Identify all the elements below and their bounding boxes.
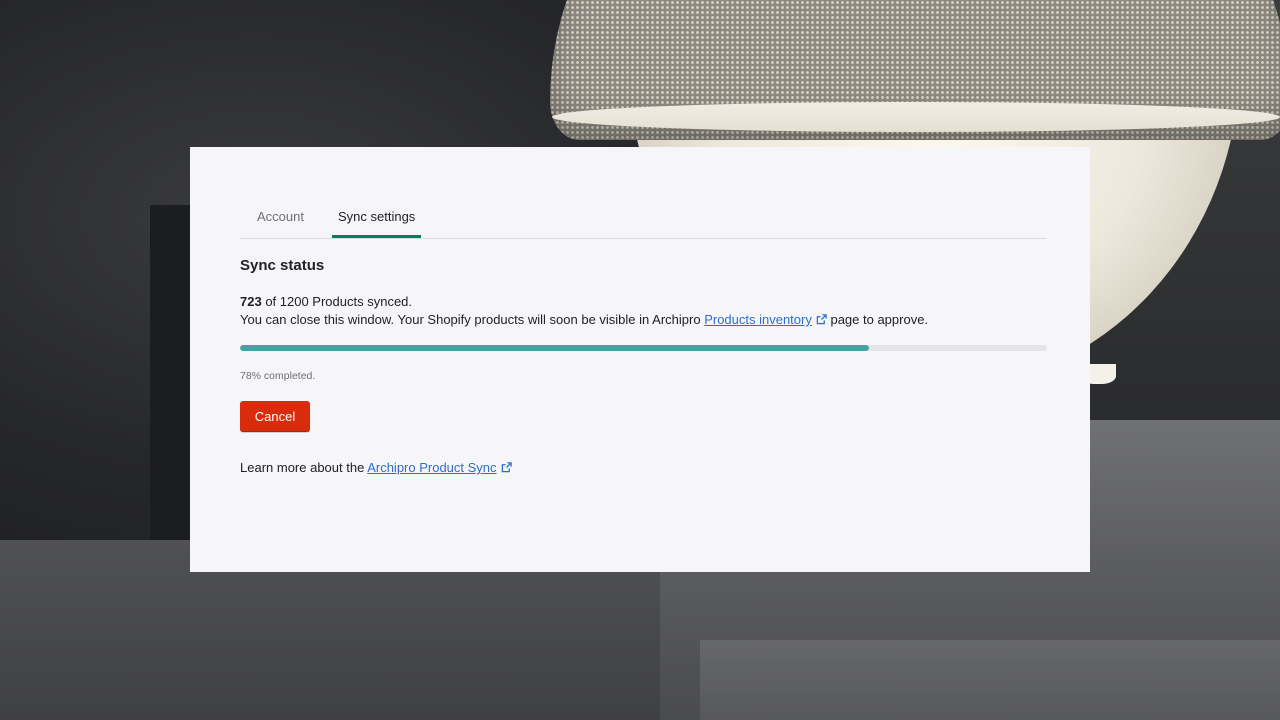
products-inventory-link[interactable]: Products inventory bbox=[704, 312, 812, 327]
sync-status-title: Sync status bbox=[240, 257, 325, 274]
progress-caption: 78% completed. bbox=[240, 370, 316, 382]
sync-count-text: 723 of 1200 Products synced. bbox=[240, 294, 412, 309]
sync-settings-panel: Account Sync settings Sync status 723 of… bbox=[190, 147, 1090, 572]
synced-count-suffix: of 1200 Products synced. bbox=[261, 294, 413, 309]
sync-message: You can close this window. Your Shopify … bbox=[240, 312, 928, 327]
learn-more-prefix: Learn more about the bbox=[240, 460, 368, 475]
sync-progress-fill bbox=[240, 345, 870, 351]
learn-more-text: Learn more about the Archipro Product Sy… bbox=[240, 460, 512, 475]
external-link-icon[interactable] bbox=[501, 462, 512, 473]
background-shelf bbox=[150, 205, 190, 545]
lamp-rim bbox=[552, 102, 1280, 132]
tab-sync-settings[interactable]: Sync settings bbox=[321, 197, 432, 238]
external-link-icon[interactable] bbox=[816, 314, 827, 325]
tab-bar: Account Sync settings bbox=[240, 197, 1047, 239]
sync-message-suffix: page to approve. bbox=[826, 312, 929, 327]
sync-message-prefix: You can close this window. Your Shopify … bbox=[240, 312, 705, 327]
cancel-button[interactable]: Cancel bbox=[240, 401, 310, 432]
background-sofa-cushion bbox=[700, 640, 1280, 720]
tab-account[interactable]: Account bbox=[240, 197, 321, 237]
sync-progress-bar bbox=[240, 345, 1047, 351]
synced-count: 723 bbox=[240, 294, 262, 309]
archipro-product-sync-link[interactable]: Archipro Product Sync bbox=[367, 460, 496, 475]
